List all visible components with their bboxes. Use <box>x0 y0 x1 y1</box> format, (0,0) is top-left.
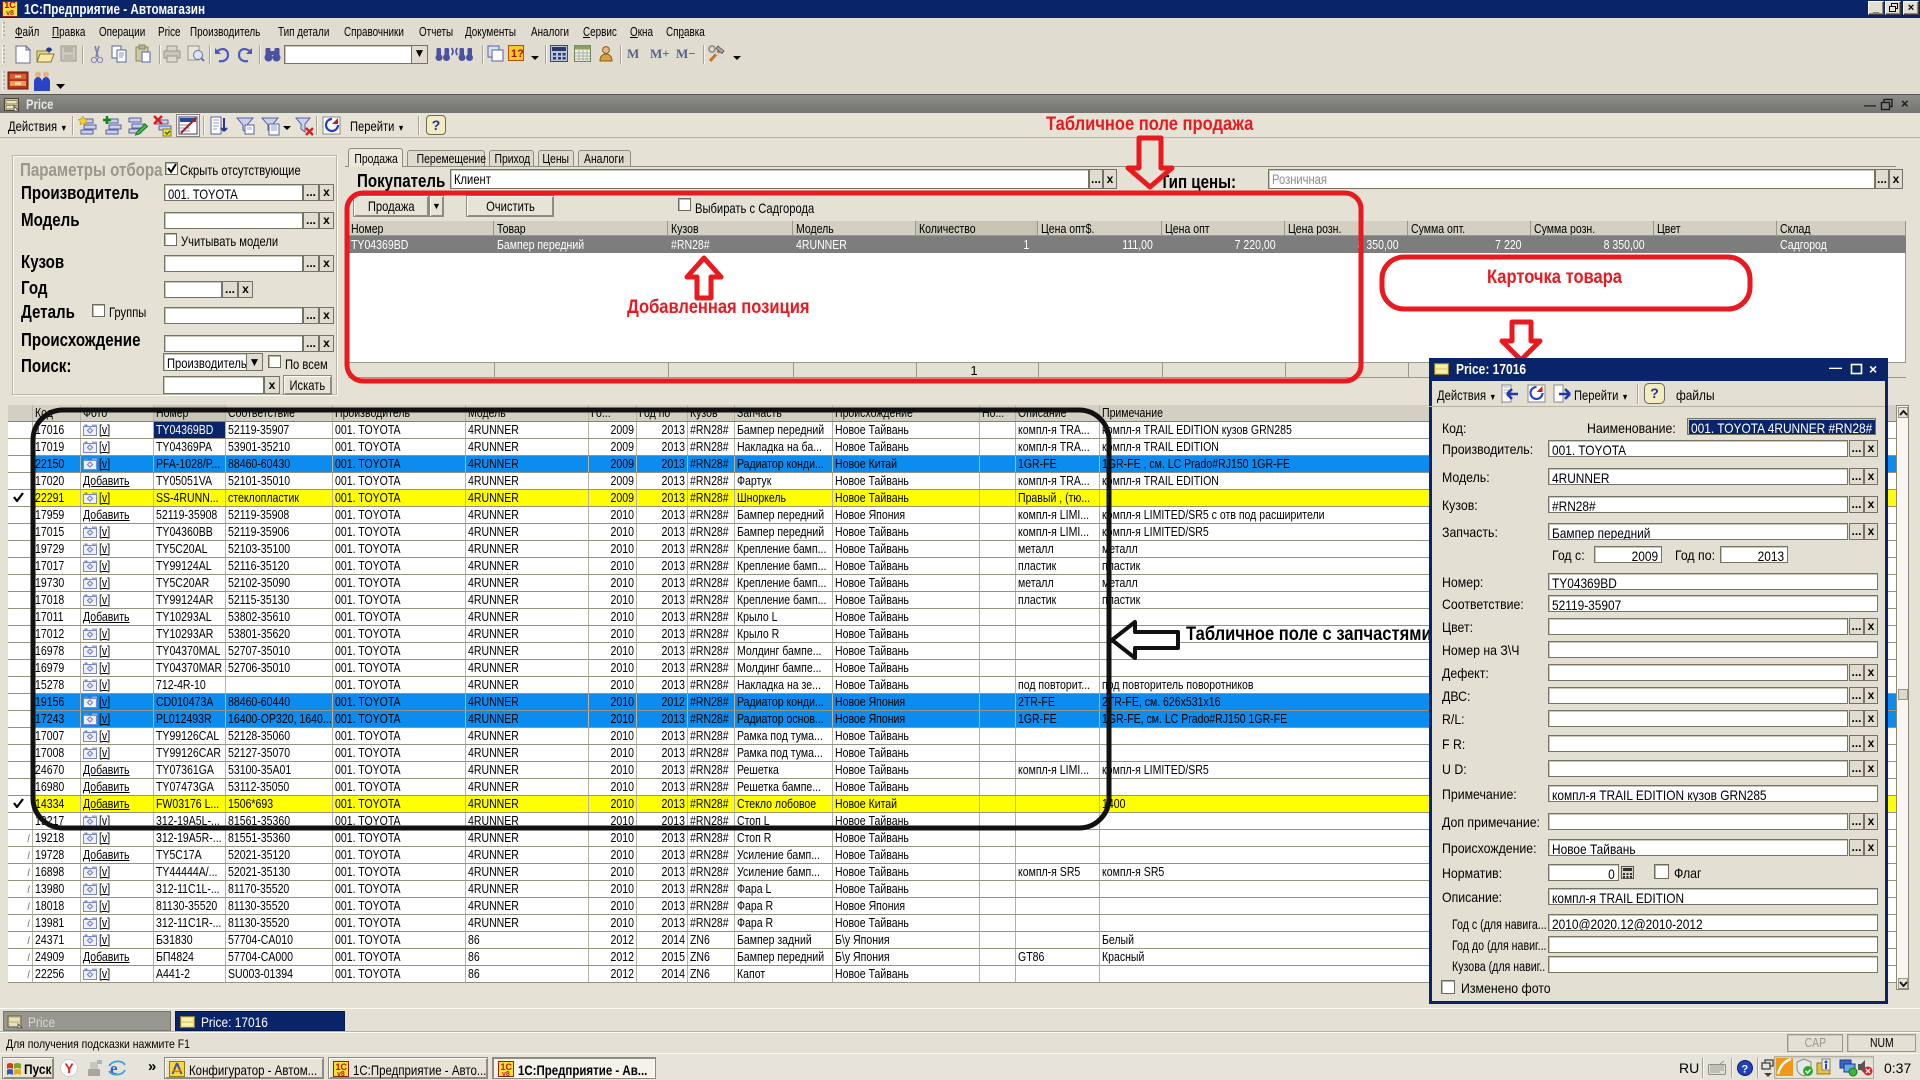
svg-text:v8: v8 <box>502 1071 510 1078</box>
svg-text:M: M <box>627 46 639 61</box>
svg-text:M+: M+ <box>650 46 670 61</box>
svg-text:v8: v8 <box>337 1071 345 1078</box>
svg-text:1?: 1? <box>511 48 524 60</box>
svg-text:?: ? <box>1742 1064 1749 1076</box>
svg-text:M−: M− <box>676 46 696 61</box>
svg-text:Y: Y <box>65 1060 75 1076</box>
